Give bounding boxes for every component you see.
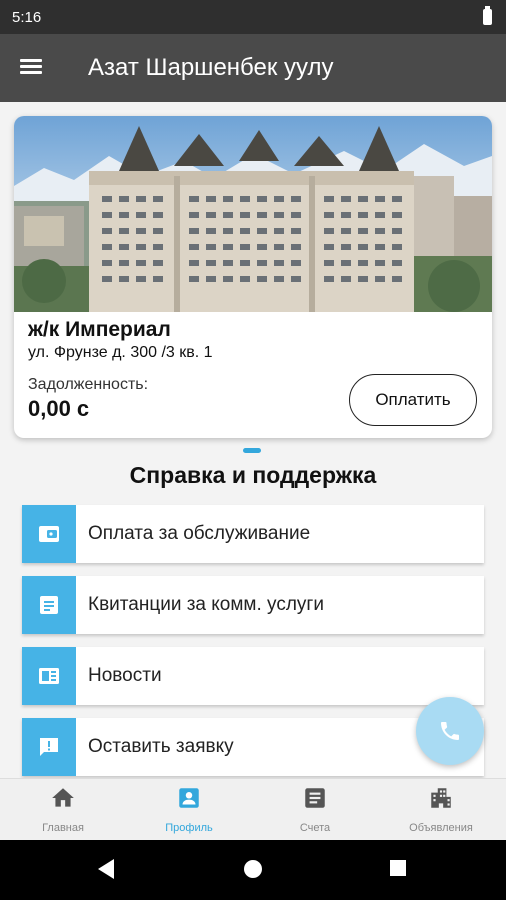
building-icon: [431, 788, 451, 808]
status-bar: 5:16: [0, 0, 506, 34]
nav-profile[interactable]: Профиль: [126, 779, 252, 841]
feedback-icon: [22, 718, 76, 776]
recents-icon[interactable]: [388, 858, 408, 878]
home-button-icon[interactable]: [242, 858, 264, 880]
nav-label: Главная: [42, 822, 84, 834]
nav-announcements[interactable]: Объявления: [378, 779, 504, 841]
menu-item-label: Оплата за обслуживание: [88, 523, 311, 544]
menu-item-label: Оставить заявку: [88, 736, 234, 757]
call-button[interactable]: [416, 697, 484, 765]
news-icon: [22, 647, 76, 705]
complex-name: ж/к Империал: [28, 318, 171, 341]
bills-icon: [305, 788, 325, 808]
building-photo: [14, 116, 492, 312]
building-card[interactable]: ж/к Империал ул. Фрунзе д. 300 /3 кв. 1 …: [14, 116, 492, 438]
home-icon: [52, 788, 74, 807]
nav-label: Объявления: [409, 822, 473, 834]
status-time: 5:16: [12, 9, 42, 26]
nav-label: Счета: [299, 822, 331, 834]
battery-icon: [483, 6, 492, 25]
document-icon: [22, 576, 76, 634]
system-navigation-bar: [0, 840, 506, 900]
page-title: Азат Шаршенбек уулу: [88, 54, 334, 81]
menu-item-service-payment[interactable]: Оплата за обслуживание: [22, 505, 484, 563]
nav-home[interactable]: Главная: [0, 779, 126, 841]
wallet-icon: [22, 505, 76, 563]
page-indicator: [243, 448, 261, 453]
menu-item-submit-request[interactable]: Оставить заявку: [22, 718, 484, 776]
menu-item-label: Квитанции за комм. услуги: [88, 594, 324, 615]
menu-item-label: Новости: [88, 665, 162, 686]
section-title: Справка и поддержка: [129, 462, 377, 488]
debt-label: Задолженность:: [28, 376, 149, 393]
complex-address: ул. Фрунзе д. 300 /3 кв. 1: [28, 344, 213, 361]
phone-icon: [441, 722, 459, 740]
nav-label: Профиль: [165, 822, 213, 834]
profile-icon: [179, 788, 199, 808]
app-bar: Азат Шаршенбек уулу: [0, 34, 506, 102]
bottom-navigation: Главная Профиль Счета Объявления: [0, 778, 506, 840]
pay-button[interactable]: Оплатить: [349, 374, 477, 426]
debt-amount: 0,00 с: [28, 396, 90, 421]
menu-item-receipts[interactable]: Квитанции за комм. услуги: [22, 576, 484, 634]
back-icon[interactable]: [96, 858, 116, 880]
nav-bills[interactable]: Счета: [252, 779, 378, 841]
menu-item-news[interactable]: Новости: [22, 647, 484, 705]
menu-icon[interactable]: [20, 56, 46, 80]
